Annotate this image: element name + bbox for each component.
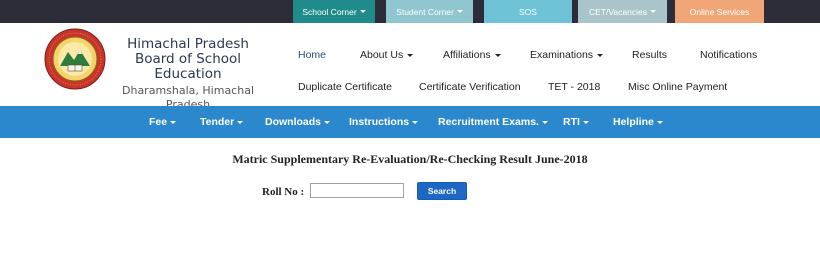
menu-label: Tender [200, 116, 235, 128]
menu-label: Fee [149, 116, 168, 128]
brand-title: Himachal Pradesh [127, 36, 249, 52]
chevron-down-icon [582, 120, 589, 124]
nav-about-us[interactable]: About Us [360, 49, 414, 61]
nav-label: Misc Online Payment [628, 81, 728, 93]
nav-label: Certificate Verification [419, 81, 521, 93]
chevron-down-icon [407, 53, 414, 57]
brand-block[interactable]: Himachal Pradesh Board of School Educati… [108, 37, 268, 112]
nav-results[interactable]: Results [632, 49, 667, 61]
chevron-down-icon [324, 120, 331, 124]
nav-label: Notifications [700, 49, 758, 61]
top-tab-label: CET/Vacancies [589, 6, 647, 17]
top-tab-label: Student Corner [396, 6, 454, 17]
menu-tender[interactable]: Tender [200, 106, 244, 138]
top-tab-sos[interactable]: SOS [484, 0, 572, 23]
menu-rti[interactable]: RTI [563, 106, 589, 138]
nav-label: Results [632, 49, 668, 61]
chevron-down-icon [412, 120, 419, 124]
chevron-down-icon [359, 10, 366, 13]
chevron-down-icon [541, 120, 548, 124]
top-tab-school-corner[interactable]: School Corner [293, 0, 375, 23]
chevron-down-icon [456, 10, 463, 13]
chevron-down-icon [237, 120, 244, 124]
search-button[interactable]: Search [417, 182, 467, 200]
chevron-down-icon [170, 120, 177, 124]
nav-label: Examinations [530, 49, 594, 61]
roll-number-label: Roll No : [262, 186, 305, 198]
menu-helpline[interactable]: Helpline [613, 106, 663, 138]
nav-examinations[interactable]: Examinations [530, 49, 604, 61]
menu-recruitment-exams[interactable]: Recruitment Exams. [438, 106, 548, 138]
chevron-down-icon [494, 53, 501, 57]
nav-notifications[interactable]: Notifications [700, 49, 757, 61]
menu-label: Recruitment Exams. [438, 116, 539, 128]
nav-duplicate-certificate[interactable]: Duplicate Certificate [298, 81, 392, 93]
nav-home[interactable]: Home [298, 49, 326, 61]
nav-label: Affiliations [443, 49, 491, 61]
board-logo[interactable] [44, 28, 106, 90]
nav-tet-2018[interactable]: TET - 2018 [548, 81, 600, 93]
menu-label: Helpline [613, 116, 654, 128]
top-tab-label: SOS [519, 6, 537, 17]
menu-instructions[interactable]: Instructions [349, 106, 419, 138]
menu-label: Downloads [265, 116, 322, 128]
chevron-down-icon [597, 53, 604, 57]
page-title: Matric Supplementary Re-Evaluation/Re-Ch… [232, 152, 588, 166]
top-tab-cet-vacancies[interactable]: CET/Vacancies [578, 0, 667, 23]
nav-label: Home [298, 49, 327, 61]
menu-fee[interactable]: Fee [149, 106, 177, 138]
top-tab-label: Online Services [689, 6, 750, 17]
roll-number-input[interactable] [310, 183, 404, 198]
main-menu-bar: Fee Tender Downloads Instructions Recrui… [0, 106, 820, 138]
nav-affiliations[interactable]: Affiliations [443, 49, 501, 61]
chevron-down-icon [649, 10, 656, 13]
menu-label: RTI [563, 116, 580, 128]
top-tab-student-corner[interactable]: Student Corner [386, 0, 473, 23]
menu-label: Instructions [349, 116, 410, 128]
nav-misc-online-payment[interactable]: Misc Online Payment [628, 81, 727, 93]
top-tab-online-services[interactable]: Online Services [675, 0, 764, 23]
nav-label: TET - 2018 [548, 81, 601, 93]
nav-label: About Us [360, 49, 404, 61]
menu-downloads[interactable]: Downloads [265, 106, 331, 138]
brand-subtitle: Board of School Education [134, 51, 242, 82]
nav-label: Duplicate Certificate [298, 81, 392, 93]
top-tab-label: School Corner [302, 6, 357, 17]
nav-certificate-verification[interactable]: Certificate Verification [419, 81, 521, 93]
top-strip: School Corner Student Corner SOS CET/Vac… [0, 0, 820, 23]
chevron-down-icon [656, 120, 663, 124]
